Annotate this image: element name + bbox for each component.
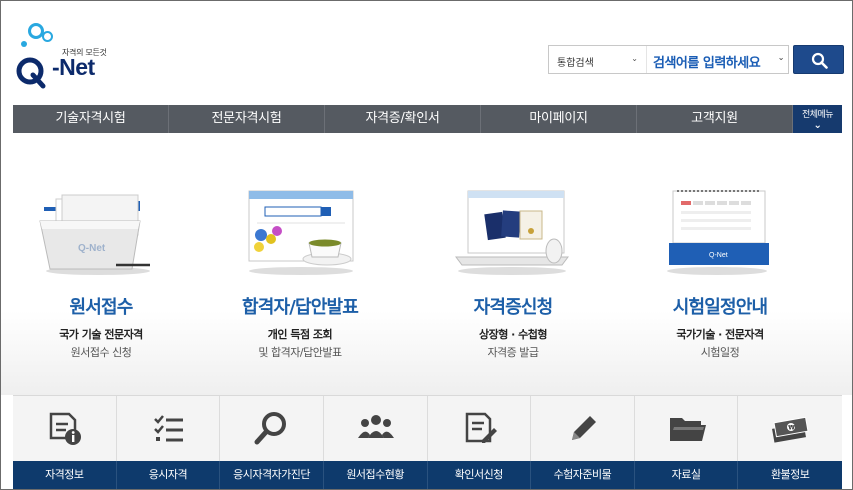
quick-link-label[interactable]: 수험자준비물 <box>531 461 635 489</box>
nav-item-certificate[interactable]: 자격증/확인서 <box>325 105 481 133</box>
nav-item-support[interactable]: 고객지원 <box>637 105 793 133</box>
card-certificate[interactable]: 자격증신청 상장형 · 수첩형 자격증 발급 <box>413 133 613 395</box>
document-edit-icon <box>465 412 497 443</box>
card-subtitle: 상장형 · 수첩형 <box>478 328 548 341</box>
header: 자격의 모든것 -Net 통합검색 ⌄ 검색어를 입력하세요 ⌄ <box>1 1 852 105</box>
card-subtitle: 국가기술 · 전문자격 <box>676 328 764 341</box>
browser-results-icon <box>248 190 354 275</box>
quick-link-label[interactable]: 확인서신청 <box>428 461 532 489</box>
quick-link-label[interactable]: 자격정보 <box>13 461 117 489</box>
folder-icon <box>669 418 706 441</box>
search-placeholder: 검색어를 입력하세요 <box>653 56 761 71</box>
quick-link-label[interactable]: 환불정보 <box>738 461 842 489</box>
search-scope-label: 통합검색 <box>557 58 594 69</box>
card-subtitle: 국가 기술 전문자격 <box>59 328 143 341</box>
svg-text:Q-Net: Q-Net <box>78 243 106 254</box>
svg-text:Q-Net: Q-Net <box>709 252 728 259</box>
page-frame: 자격의 모든것 -Net 통합검색 ⌄ 검색어를 입력하세요 ⌄ 기술자격시험 … <box>0 0 853 490</box>
chevron-down-icon: ⌄ <box>813 120 822 131</box>
logo-bubble-icon <box>42 31 53 42</box>
money-icon: ₩ <box>772 416 809 443</box>
users-group-icon <box>357 415 394 438</box>
card-title: 원서접수 <box>69 297 133 318</box>
quick-link-qualification-info[interactable] <box>13 396 117 462</box>
quick-link-exam-supplies[interactable] <box>531 396 635 462</box>
chevron-down-icon: ⌄ <box>631 54 638 63</box>
search-button[interactable] <box>793 45 844 74</box>
chevron-down-icon: ⌄ <box>777 53 785 62</box>
laptop-certificate-icon <box>455 190 569 275</box>
logo-q-icon <box>16 57 46 89</box>
card-title: 자격증신청 <box>473 297 554 318</box>
card-title: 합격자/답안발표 <box>241 297 359 318</box>
card-schedule[interactable]: Q-Net 시험일정안내 국가기술 · 전문자격 시험일정 <box>620 133 820 395</box>
quick-link-label[interactable]: 응시자격자가진단 <box>220 461 324 489</box>
folder-documents-icon: Q-Net <box>39 194 150 275</box>
search-box: 통합검색 ⌄ 검색어를 입력하세요 ⌄ <box>548 45 789 74</box>
quick-link-refund-info[interactable]: ₩ <box>738 396 842 462</box>
quick-links: ₩ <box>13 395 842 462</box>
card-description: 원서접수 신청 <box>70 346 132 359</box>
quick-link-label[interactable]: 자료실 <box>635 461 739 489</box>
quick-link-archive[interactable] <box>635 396 739 462</box>
quick-link-label[interactable]: 응시자격 <box>117 461 221 489</box>
card-description: 자격증 발급 <box>487 346 539 359</box>
top-nav: 기술자격시험 전문자격시험 자격증/확인서 마이페이지 고객지원 <box>13 105 842 133</box>
card-subtitle: 개인 득점 조회 <box>267 328 333 341</box>
document-info-icon <box>49 412 81 445</box>
search-icon <box>811 52 828 69</box>
nav-item-professional-exam[interactable]: 전문자격시험 <box>169 105 325 133</box>
card-application[interactable]: Q-Net 원서접수 국가 기술 전문자격 원서접수 신청 <box>1 133 201 395</box>
qnet-logo[interactable]: 자격의 모든것 -Net <box>15 21 115 89</box>
card-title: 시험일정안내 <box>672 297 768 318</box>
checklist-icon <box>153 415 183 442</box>
quick-link-labels: 자격정보 응시자격 응시자격자가진단 원서접수현황 확인서신청 수험자준비물 자… <box>13 461 842 489</box>
search-input[interactable]: 검색어를 입력하세요 ⌄ <box>649 46 788 73</box>
quick-link-application-status[interactable] <box>324 396 428 462</box>
logo-bubble-icon <box>21 41 27 47</box>
card-description: 시험일정 <box>700 346 740 359</box>
search-scope-select[interactable]: 통합검색 ⌄ <box>549 46 647 73</box>
card-description: 및 합격자/답안발표 <box>258 346 342 359</box>
card-results[interactable]: 합격자/답안발표 개인 득점 조회 및 합격자/답안발표 <box>200 133 400 395</box>
all-menu-label: 전체메뉴 <box>801 110 834 120</box>
main-cards: Q-Net 원서접수 국가 기술 전문자격 원서접수 신청 합격자/답안발표 개… <box>1 133 852 395</box>
magnifier-icon <box>254 412 287 445</box>
all-menu-button[interactable]: 전체메뉴 ⌄ <box>793 105 842 133</box>
nav-item-mypage[interactable]: 마이페이지 <box>481 105 637 133</box>
logo-brand-text: -Net <box>52 54 95 80</box>
svg-text:₩: ₩ <box>789 425 796 432</box>
pencil-icon <box>572 416 597 440</box>
quick-link-eligibility[interactable] <box>117 396 221 462</box>
quick-link-self-check[interactable] <box>220 396 324 462</box>
quick-link-label[interactable]: 원서접수현황 <box>324 461 428 489</box>
quick-link-confirmation-request[interactable] <box>428 396 532 462</box>
calendar-icon: Q-Net <box>667 190 769 275</box>
nav-item-technical-exam[interactable]: 기술자격시험 <box>13 105 169 133</box>
